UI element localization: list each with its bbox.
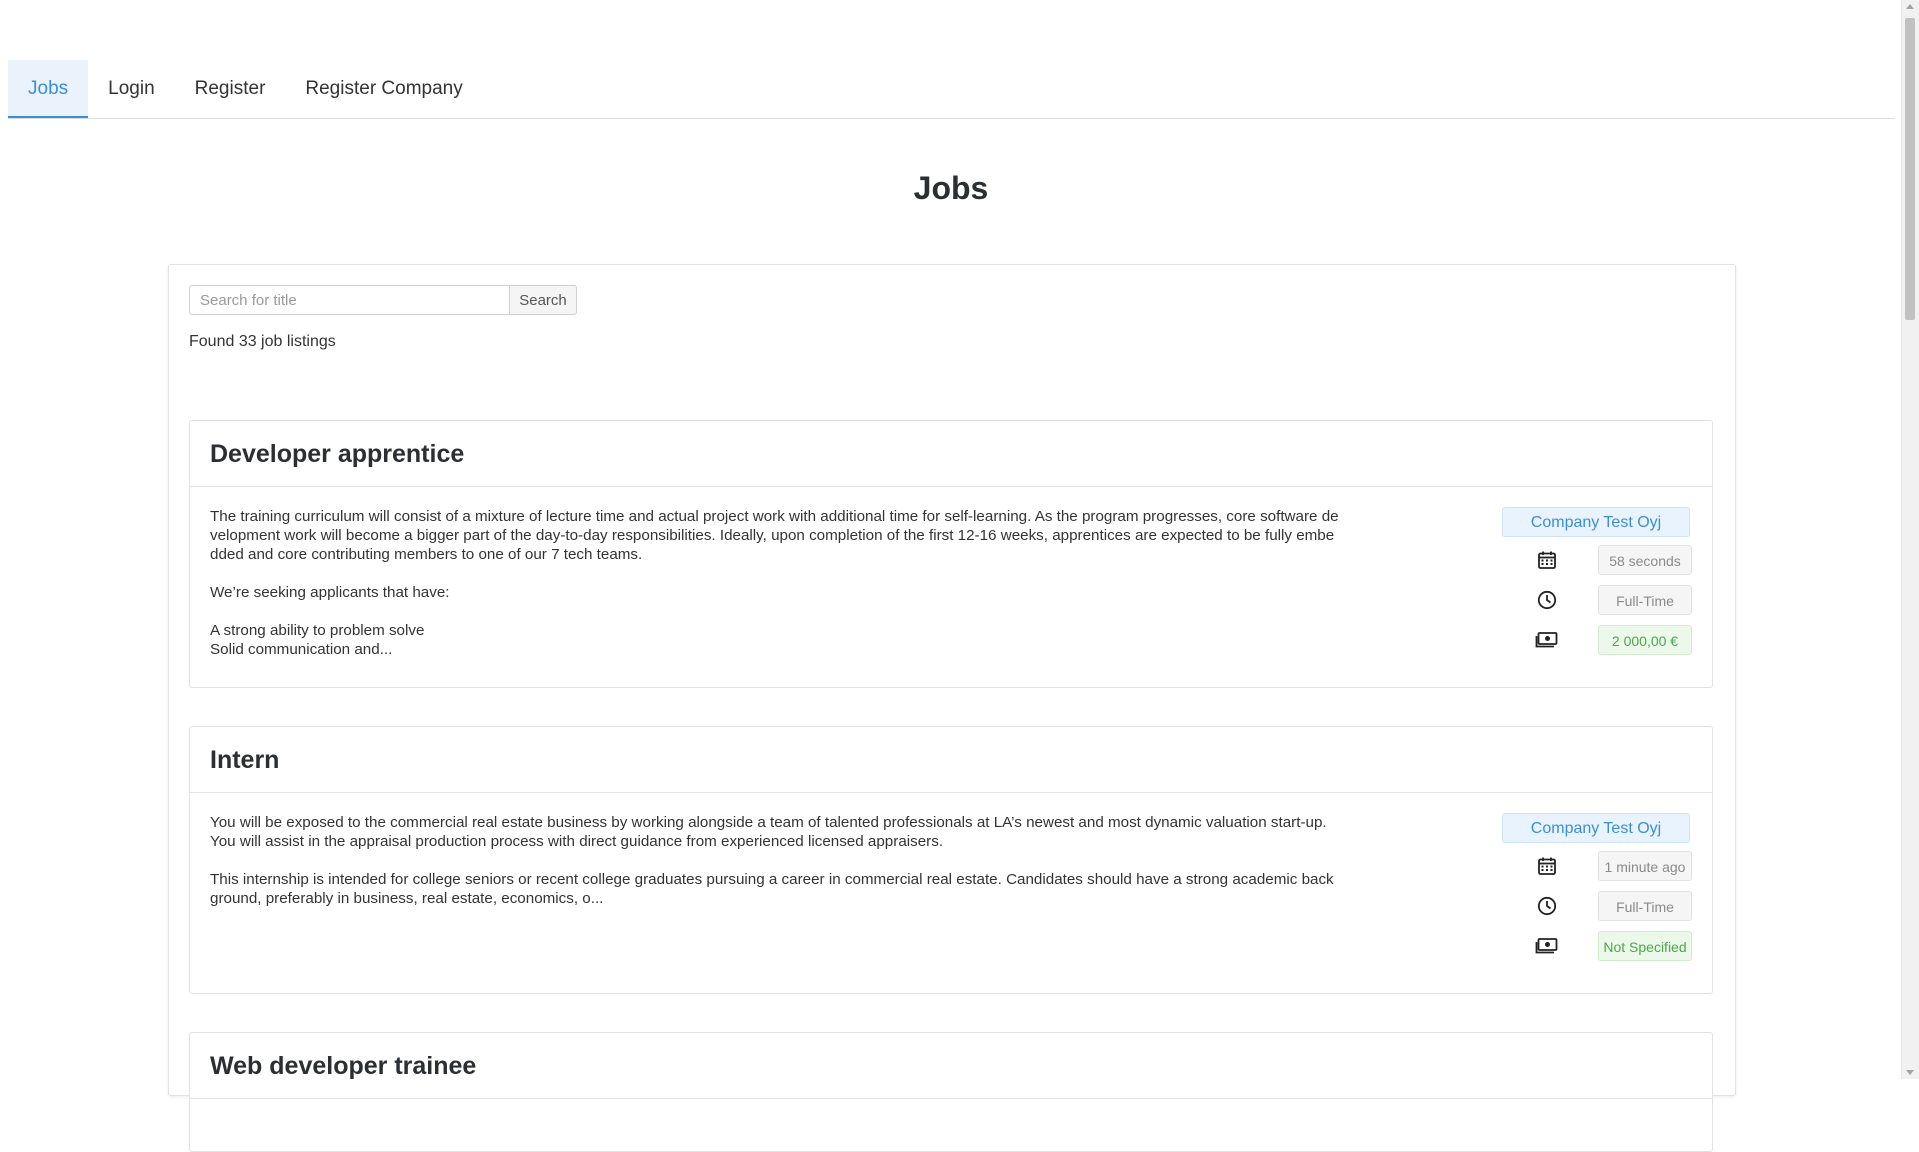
job-meta: Company Test Oyj 1 minute ago Full-Time bbox=[1502, 813, 1692, 963]
scrollbar-thumb[interactable] bbox=[1905, 18, 1915, 320]
job-meta: Company Test Oyj 58 seconds ago Full-Tim… bbox=[1502, 507, 1692, 657]
scroll-up-arrow-icon[interactable] bbox=[1906, 4, 1914, 9]
page-scrollbar[interactable] bbox=[1901, 0, 1919, 1079]
type-row: Full-Time bbox=[1502, 889, 1692, 923]
top-nav: Jobs Login Register Register Company bbox=[8, 60, 1895, 119]
posted-row: 58 seconds ago bbox=[1502, 543, 1692, 599]
job-title[interactable]: Developer apprentice bbox=[210, 440, 464, 468]
clock-icon bbox=[1534, 587, 1560, 613]
calendar-icon bbox=[1534, 853, 1560, 879]
job-card[interactable]: Web developer trainee bbox=[189, 1032, 1713, 1152]
search-input[interactable] bbox=[189, 285, 509, 315]
job-card-body: The training curriculum will consist of … bbox=[190, 487, 1712, 659]
page-title: Jobs bbox=[913, 170, 989, 206]
salary: Not Specified bbox=[1598, 931, 1692, 961]
nav-tab-register-company[interactable]: Register Company bbox=[285, 60, 482, 118]
job-listings-panel: Search Found 33 job listings Developer a… bbox=[168, 264, 1736, 1152]
results-count: Found 33 job listings bbox=[189, 333, 336, 350]
posted-time: 1 minute ago bbox=[1598, 851, 1692, 881]
job-title[interactable]: Web developer trainee bbox=[210, 1052, 476, 1080]
posted-row: 1 minute ago bbox=[1502, 849, 1692, 883]
scroll-down-arrow-icon[interactable] bbox=[1906, 1070, 1914, 1075]
money-icon bbox=[1534, 627, 1560, 653]
search-bar: Search bbox=[189, 285, 577, 315]
posted-time: 58 seconds ago bbox=[1598, 545, 1692, 599]
search-button[interactable]: Search bbox=[509, 285, 577, 315]
salary-row: Not Specified bbox=[1502, 929, 1692, 963]
job-card-header: Developer apprentice bbox=[190, 421, 1712, 487]
job-card-body: You will be exposed to the commercial re… bbox=[190, 793, 1712, 961]
calendar-icon bbox=[1534, 547, 1560, 573]
job-title[interactable]: Intern bbox=[210, 746, 279, 774]
salary-row: 2 000,00 € bbox=[1502, 623, 1692, 657]
nav-tab-login[interactable]: Login bbox=[88, 60, 175, 118]
job-description: The training curriculum will consist of … bbox=[210, 508, 1339, 658]
job-description: You will be exposed to the commercial re… bbox=[210, 814, 1334, 907]
nav-tab-jobs[interactable]: Jobs bbox=[8, 60, 89, 118]
employment-type: Full-Time bbox=[1598, 891, 1692, 921]
employment-type: Full-Time bbox=[1598, 585, 1692, 615]
job-card[interactable]: Intern You will be exposed to the commer… bbox=[189, 726, 1713, 994]
clock-icon bbox=[1534, 893, 1560, 919]
type-row: Full-Time bbox=[1502, 583, 1692, 617]
job-card-header: Intern bbox=[190, 727, 1712, 793]
nav-tab-register[interactable]: Register bbox=[175, 60, 286, 118]
salary: 2 000,00 € bbox=[1598, 625, 1692, 655]
job-card-header: Web developer trainee bbox=[190, 1033, 1712, 1099]
company-badge[interactable]: Company Test Oyj bbox=[1502, 813, 1690, 843]
job-card[interactable]: Developer apprentice The training curric… bbox=[189, 420, 1713, 688]
company-badge[interactable]: Company Test Oyj bbox=[1502, 507, 1690, 537]
money-icon bbox=[1534, 933, 1560, 959]
